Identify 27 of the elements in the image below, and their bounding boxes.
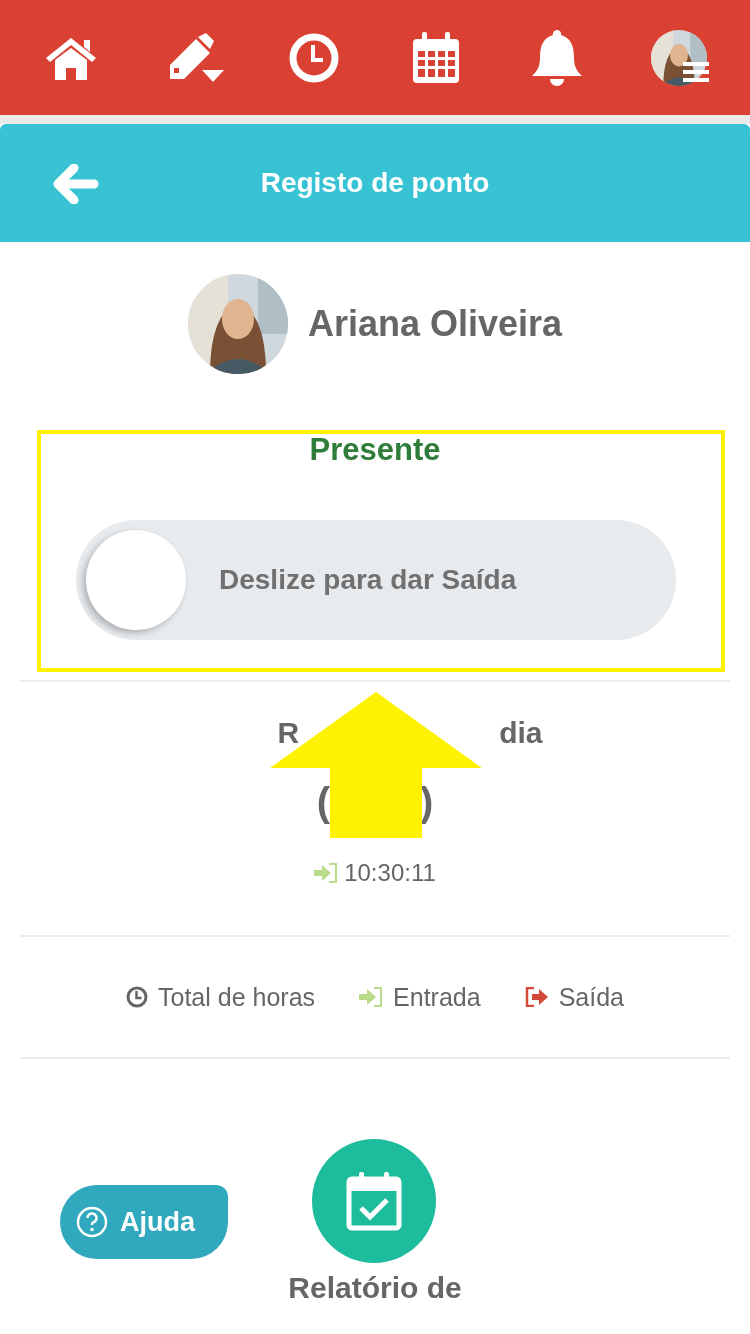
- help-icon: [76, 1206, 108, 1238]
- total-hours: ): [420, 780, 434, 825]
- menu-icon: [683, 61, 710, 82]
- legend-label: Saída: [558, 982, 624, 1012]
- caret-icon: [202, 69, 225, 82]
- section-heading: dia: [499, 716, 543, 750]
- slider-label: Deslize para dar Saída: [219, 564, 517, 596]
- user-name: Ariana Oliveira: [307, 303, 563, 345]
- page-title: Registo de ponto: [259, 167, 491, 199]
- entry-time: 10:30:11: [344, 859, 436, 887]
- calendar-icon: [410, 31, 461, 84]
- clock-icon: [289, 32, 340, 83]
- sign-in-icon: [359, 987, 384, 1007]
- section-heading: R: [277, 716, 300, 750]
- legend-label: Total de horas: [158, 982, 316, 1012]
- bell-icon: [530, 29, 585, 86]
- report-label: Relatório de: [287, 1271, 463, 1305]
- swipe-slider[interactable]: Deslize para dar Saída: [76, 520, 676, 640]
- help-button[interactable]: Ajuda: [60, 1185, 228, 1259]
- total-hours: (: [316, 780, 330, 825]
- slider-handle[interactable]: [86, 530, 186, 630]
- sign-in-icon: [314, 863, 339, 883]
- legend-label: Entrada: [393, 982, 481, 1012]
- status-label: Presente: [308, 432, 442, 468]
- sign-out-icon: [524, 987, 549, 1007]
- calendar-check-icon: [346, 1171, 402, 1231]
- clock-icon: [126, 986, 148, 1008]
